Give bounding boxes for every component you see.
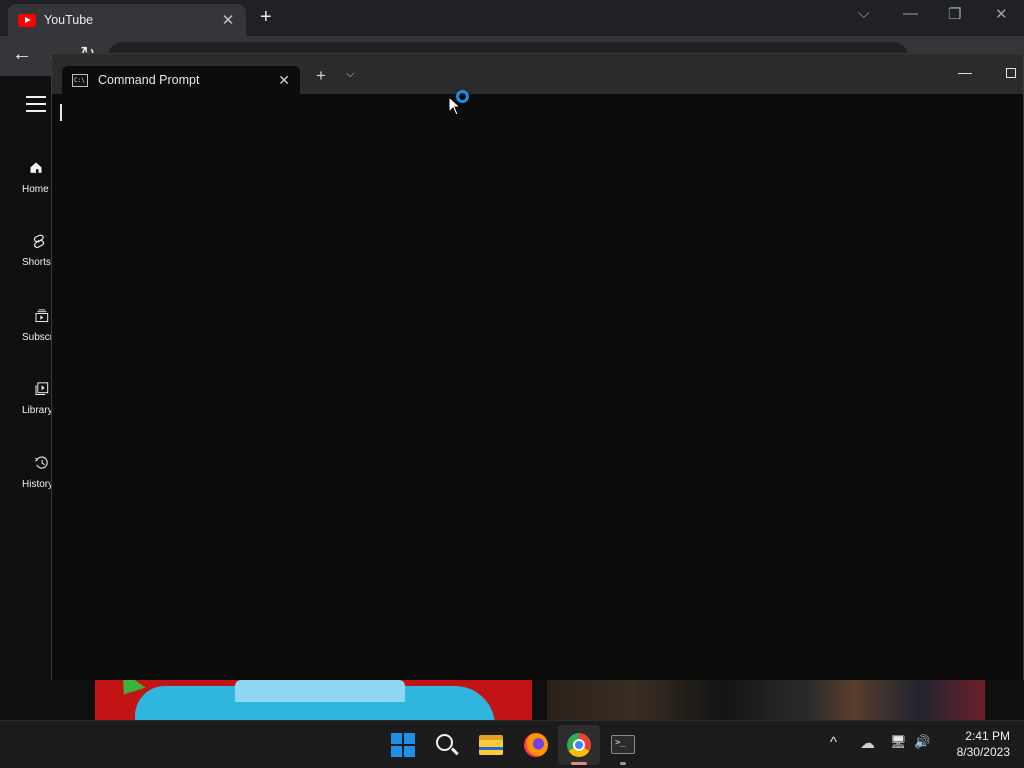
- nav-item-subscriptions[interactable]: Subscriptions: [0, 304, 52, 343]
- start-button-icon[interactable]: [389, 731, 417, 759]
- terminal-titlebar[interactable]: C:\ Command Prompt ✕ + ⌵ —: [52, 54, 1023, 94]
- nav-item-history[interactable]: History: [0, 451, 52, 490]
- text-cursor: [60, 104, 62, 121]
- file-explorer-icon[interactable]: [478, 731, 506, 759]
- tab-search-dropdown-icon[interactable]: ⌵: [858, 5, 869, 22]
- nav-label-subscriptions: Subscriptions: [22, 332, 52, 343]
- chrome-running-indicator: [571, 762, 587, 765]
- tab-command-prompt[interactable]: C:\ Command Prompt ✕: [62, 66, 300, 94]
- subscriptions-icon: [35, 309, 49, 323]
- video-thumbnail-truck[interactable]: [95, 678, 532, 720]
- show-hidden-icons-chevron-icon[interactable]: ^: [830, 734, 837, 751]
- tab-close-icon[interactable]: ✕: [220, 11, 236, 29]
- video-thumbnail-people[interactable]: [547, 678, 985, 720]
- tab-title: YouTube: [44, 13, 94, 27]
- back-button[interactable]: ←: [12, 43, 32, 66]
- firefox-icon[interactable]: [522, 731, 550, 759]
- clock-time: 2:41 PM: [965, 729, 1010, 743]
- terminal-icon-glyph: >_: [611, 735, 635, 754]
- minimize-button[interactable]: —: [903, 5, 918, 22]
- nav-label-library: Library: [22, 405, 52, 416]
- home-icon: [30, 162, 42, 173]
- close-window-button[interactable]: ✕: [995, 5, 1008, 23]
- nav-item-library[interactable]: Library: [0, 377, 52, 416]
- chrome-icon[interactable]: [565, 731, 593, 759]
- terminal-dropdown-icon[interactable]: ⌵: [346, 68, 354, 81]
- clock-date: 8/30/2023: [956, 745, 1010, 759]
- terminal-icon[interactable]: >_: [609, 731, 637, 759]
- video-thumbnail-strip: [95, 678, 985, 720]
- terminal-tab-title: Command Prompt: [98, 73, 200, 87]
- volume-icon[interactable]: 🔊: [914, 734, 930, 750]
- restore-button[interactable]: ❐: [948, 5, 961, 23]
- shorts-icon: [33, 234, 45, 248]
- command-prompt-icon: C:\: [72, 73, 88, 87]
- history-icon: [35, 456, 48, 469]
- network-icon[interactable]: 🖥: [890, 734, 907, 750]
- system-clock[interactable]: 2:41 PM 8/30/2023: [946, 728, 1010, 760]
- onedrive-cloud-icon[interactable]: ☁: [860, 734, 875, 752]
- search-icon[interactable]: [433, 731, 461, 759]
- terminal-tab-close-icon[interactable]: ✕: [278, 72, 290, 89]
- command-prompt-window[interactable]: C:\ Command Prompt ✕ + ⌵ —: [51, 53, 1024, 680]
- nav-label-shorts: Shorts: [22, 257, 51, 268]
- library-icon: [35, 382, 49, 396]
- hamburger-menu-icon[interactable]: [26, 96, 46, 117]
- terminal-content-area[interactable]: [52, 94, 1023, 680]
- busy-spinner-icon: [456, 90, 469, 103]
- browser-tab-bar: YouTube ✕ + ⌵ — ❐ ✕: [0, 0, 1024, 36]
- terminal-new-tab-button[interactable]: +: [316, 66, 326, 86]
- youtube-favicon-icon: [18, 13, 36, 27]
- new-tab-button[interactable]: +: [260, 6, 272, 29]
- nav-item-home[interactable]: Home: [0, 156, 52, 195]
- terminal-running-indicator: [620, 762, 626, 765]
- nav-label-home: Home: [22, 184, 49, 195]
- terminal-maximize-button[interactable]: [1006, 68, 1016, 78]
- terminal-minimize-button[interactable]: —: [958, 64, 972, 80]
- nav-item-shorts[interactable]: Shorts: [0, 229, 52, 268]
- tab-youtube[interactable]: YouTube ✕: [8, 4, 246, 36]
- taskbar: >_ ^ ☁ 🖥 🔊 2:41 PM 8/30/2023: [0, 720, 1024, 768]
- truck-cab-graphic: [235, 680, 405, 702]
- nav-label-history: History: [22, 479, 52, 490]
